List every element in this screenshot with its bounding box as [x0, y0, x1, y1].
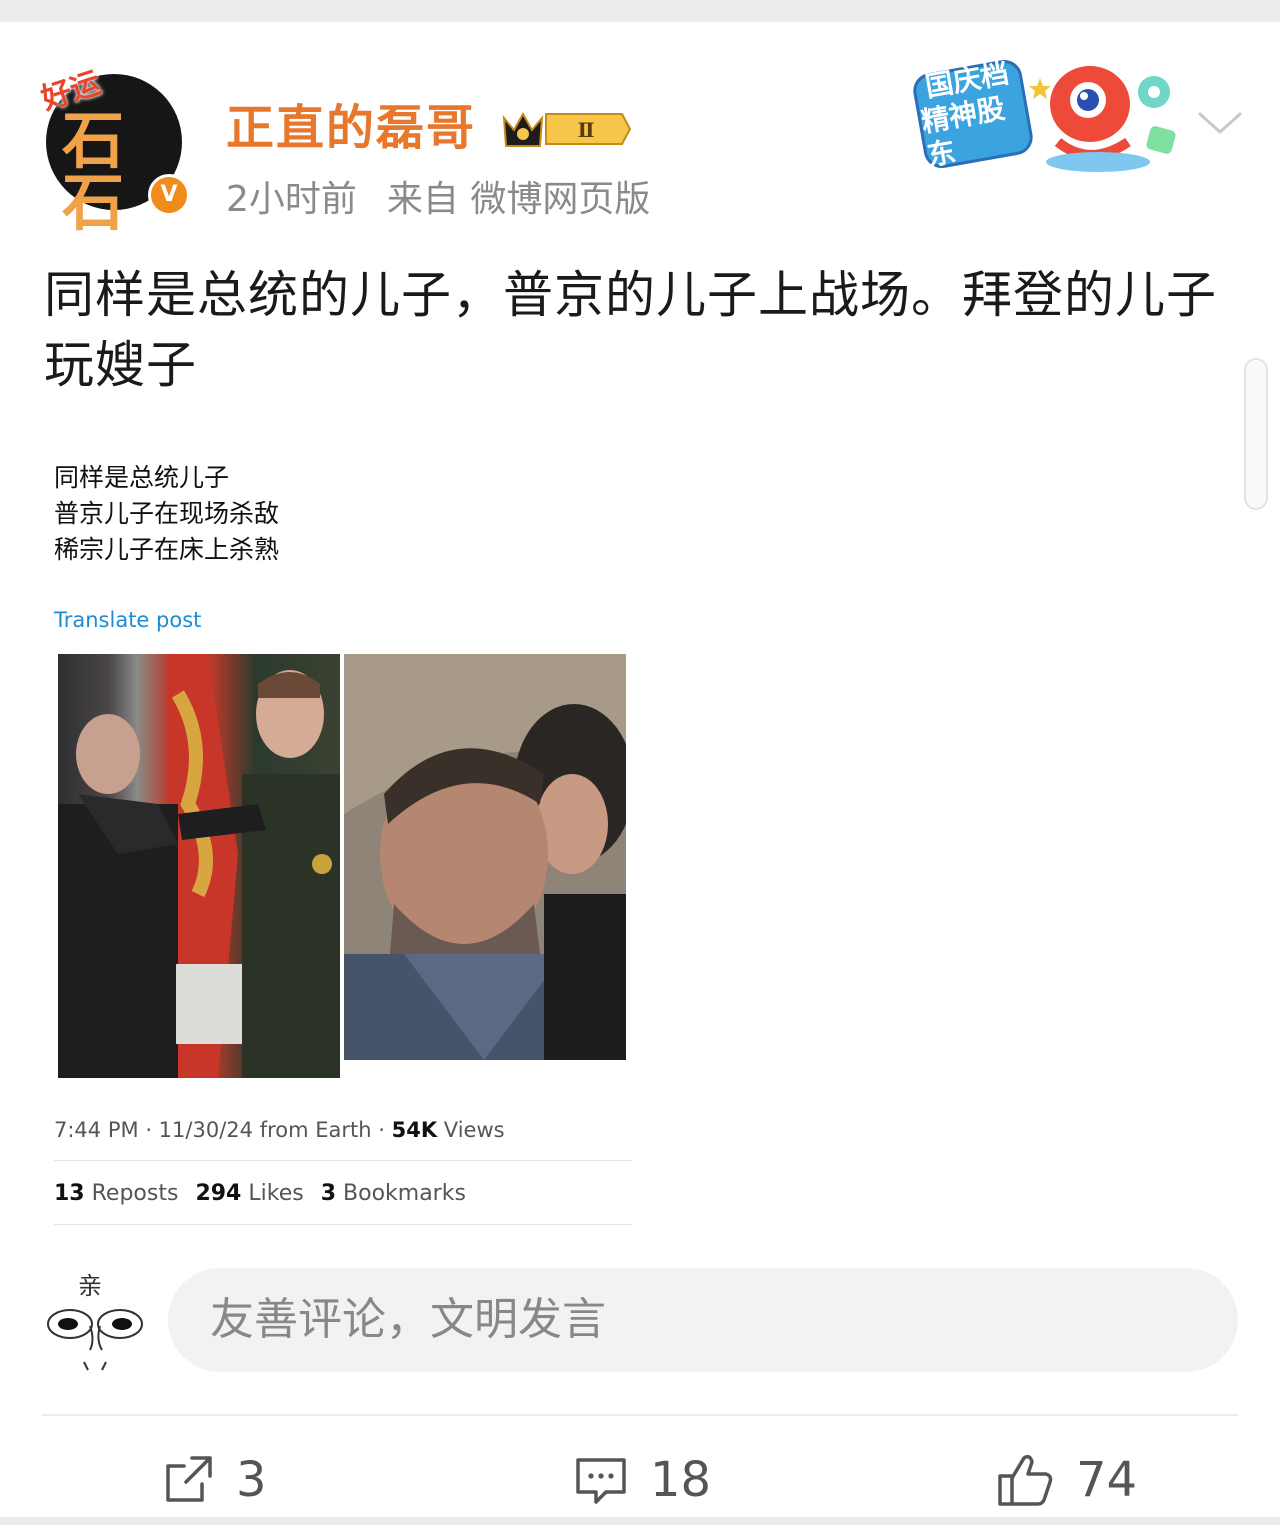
tweet-views-count: 54K [391, 1118, 438, 1142]
tweet-bookmarks-label: Bookmarks [343, 1181, 466, 1206]
tweet-time: 7:44 PM [54, 1118, 139, 1142]
tweet-line-2: 普京儿子在现场杀敌 [54, 499, 280, 528]
like-button[interactable]: 74 [996, 1448, 1137, 1512]
embedded-tweet-image[interactable]: 同样是总统儿子 普京儿子在现场杀敌 稀宗儿子在床上杀熟 Translate po… [44, 450, 644, 1240]
comment-count: 18 [650, 1452, 712, 1508]
comment-button[interactable]: 18 [574, 1448, 711, 1512]
tweet-bookmarks-count: 3 [320, 1181, 337, 1206]
author-avatar[interactable]: 好运 石石 V [37, 65, 190, 234]
mascot-icon [1029, 66, 1176, 172]
tweet-views-label: Views [443, 1118, 505, 1142]
repost-button[interactable]: 3 [162, 1448, 267, 1512]
current-user-avatar[interactable]: 亲 [40, 1266, 150, 1376]
chevron-down-icon[interactable] [1196, 108, 1244, 138]
tweet-likes-count: 294 [195, 1181, 242, 1206]
tweet-likes-label: Likes [248, 1181, 304, 1206]
tweet-photo-right [344, 654, 626, 1060]
verified-badge-icon: V [148, 174, 190, 216]
tweet-divider [54, 1224, 632, 1225]
post-text: 同样是总统的儿子，普京的儿子上战场。拜登的儿子玩嫂子 [44, 266, 1217, 394]
level-badge-text: Ⅱ [578, 118, 595, 142]
comment-input[interactable]: 友善评论，文明发言 [168, 1268, 1238, 1372]
post-card: 好运 石石 V 正直的磊哥 Ⅱ 2小时前 来自 微博网页版 国庆档 精神股东 同… [0, 22, 1280, 1517]
repost-count: 3 [236, 1452, 267, 1508]
tweet-line-3: 稀宗儿子在床上杀熟 [54, 535, 280, 564]
thumbs-up-icon [998, 1454, 1053, 1506]
post-time: 2小时前 [226, 179, 357, 220]
scrollbar[interactable] [1244, 358, 1268, 510]
tweet-date: 11/30/24 [158, 1118, 253, 1142]
translate-post-link: Translate post [54, 608, 202, 632]
medal-ceremony-illustration [58, 654, 340, 1078]
meme-face-icon: 亲 [47, 1272, 143, 1371]
tweet-from: from Earth [259, 1118, 372, 1142]
crown-member-badge-icon[interactable]: Ⅱ [500, 106, 632, 152]
tweet-meta: 7:44 PM · 11/30/24 from Earth · 54K View… [54, 1118, 505, 1142]
repost-icon [166, 1456, 212, 1502]
promo-badge-label: 国庆档 精神股东 [910, 56, 1036, 172]
avatar-caption: 亲 [78, 1272, 102, 1300]
holiday-promo-badge[interactable]: 国庆档 精神股东 [908, 56, 1186, 176]
post-meta: 2小时前 来自 微博网页版 [226, 178, 650, 222]
comment-icon [576, 1458, 626, 1504]
selfie-illustration [344, 654, 626, 1060]
tweet-reposts-count: 13 [54, 1181, 85, 1206]
tweet-photo-left [58, 654, 340, 1078]
tweet-stats: 13 Reposts 294 Likes 3 Bookmarks [54, 1181, 466, 1206]
action-bar-divider [42, 1414, 1238, 1416]
like-count: 74 [1076, 1452, 1138, 1508]
tweet-reposts-label: Reposts [91, 1181, 179, 1206]
author-name[interactable]: 正直的磊哥 [226, 100, 476, 156]
post-source: 来自 微博网页版 [386, 179, 651, 220]
tweet-divider [54, 1160, 632, 1161]
tweet-line-1: 同样是总统儿子 [54, 463, 230, 492]
